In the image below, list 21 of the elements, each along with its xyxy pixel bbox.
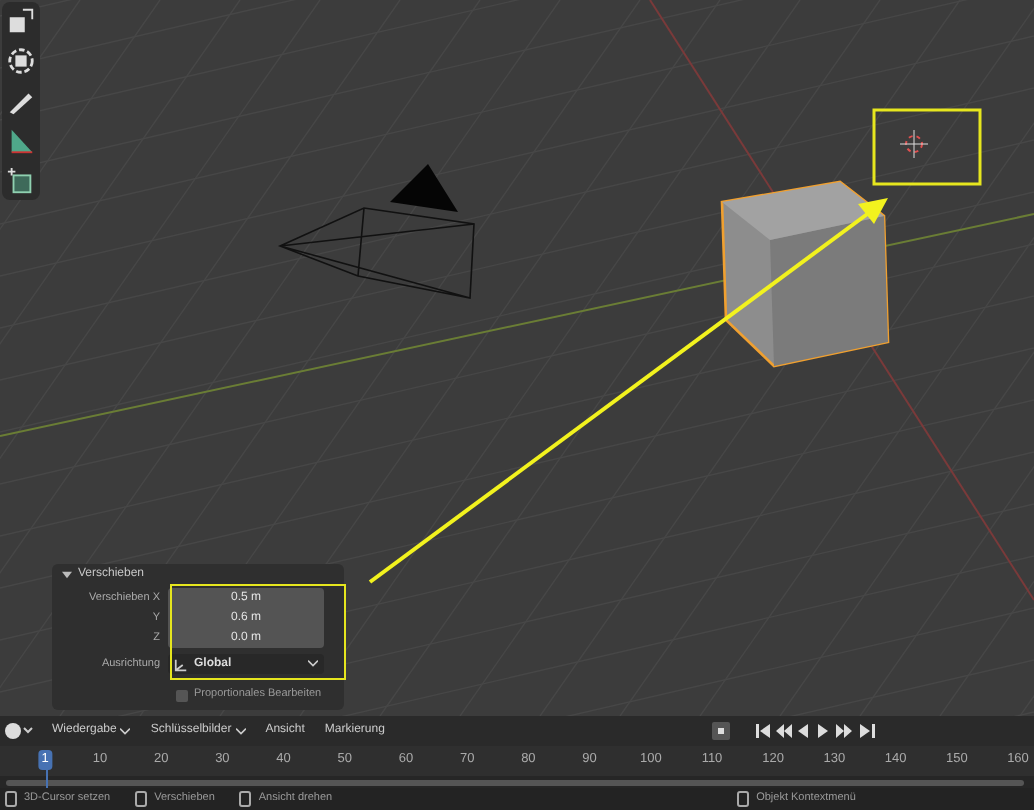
mouse-icon	[238, 790, 253, 808]
measure-icon[interactable]	[6, 126, 36, 156]
record-button[interactable]	[712, 722, 730, 740]
highlight-frame	[872, 108, 982, 186]
scrollbar[interactable]	[6, 779, 1024, 785]
mouse-icon	[4, 790, 18, 808]
transform-icon[interactable]	[6, 46, 36, 76]
axes-icon	[174, 657, 188, 671]
chevron-icon	[120, 727, 131, 735]
3d-cursor-icon	[899, 129, 929, 159]
chevron-icon	[308, 660, 318, 668]
collapse-arrow-icon[interactable]	[62, 570, 72, 580]
cube[interactable]	[720, 180, 890, 368]
mouse-icon	[736, 790, 751, 808]
chevron-icon	[235, 727, 246, 735]
checkbox[interactable]	[176, 689, 188, 701]
add-cube-icon[interactable]	[6, 166, 36, 196]
scale-icon[interactable]	[6, 6, 36, 36]
playback-controls-icon[interactable]	[756, 722, 880, 740]
mouse-icon	[134, 790, 149, 808]
editor-type-icon[interactable]	[4, 722, 36, 740]
